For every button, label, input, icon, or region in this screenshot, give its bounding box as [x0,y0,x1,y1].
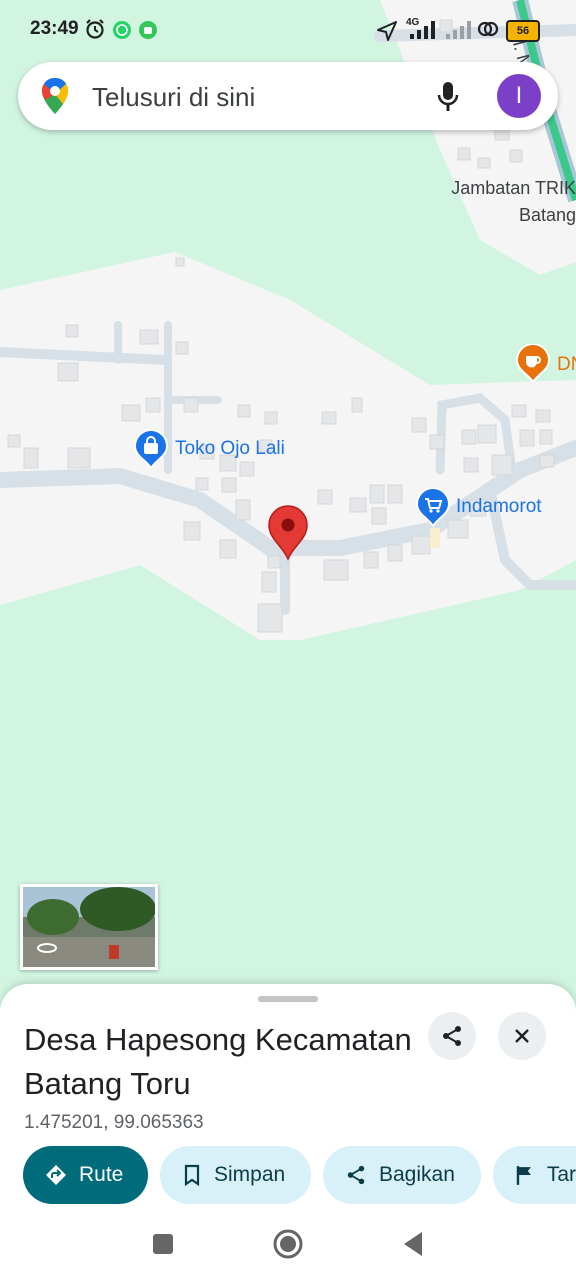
poi-label: Toko Ojo Lali [175,438,285,459]
microphone-icon[interactable] [435,80,461,114]
street-view-thumbnail[interactable] [20,884,158,970]
avatar[interactable]: I [497,74,541,118]
poi-marker-toko-ojo-lali[interactable]: Toko Ojo Lali [134,430,304,470]
hotspot-icon [477,21,499,37]
battery-icon: 56 [506,20,540,42]
place-title: Desa Hapesong Kecamatan Batang Toru [24,1022,412,1101]
place-label-line1: Jambatan TRIK [451,178,576,198]
save-button[interactable]: Simpan [160,1146,311,1204]
close-button[interactable] [498,1012,546,1060]
status-time: 23:49 [30,18,79,39]
shopping-bag-icon [134,430,168,470]
recents-icon[interactable] [151,1232,175,1256]
street-view-photo [23,887,155,967]
alarm-icon [86,19,104,39]
flag-icon [516,1166,531,1185]
battery-level: 56 [516,25,530,37]
rotate-360-icon [37,943,57,953]
share-label: Bagikan [379,1163,455,1186]
location-arrow-icon [377,21,397,41]
signal-icon [410,21,435,39]
action-chips: Rute Simpan Bagikan Tar [0,1146,576,1206]
status-bar: 23:49 4G 56 [0,0,576,60]
system-nav-bar [0,1212,576,1280]
share-button[interactable] [428,1012,476,1060]
location-pin-icon[interactable] [267,505,309,561]
whatsapp-icon [113,21,131,39]
share-icon [443,1026,461,1046]
share-icon [347,1165,365,1185]
search-bar[interactable]: Telusuri di sini I [18,62,558,130]
no-signal-icon [446,21,471,39]
save-label: Simpan [214,1163,286,1186]
share-chip-button[interactable]: Bagikan [323,1146,481,1204]
drag-handle[interactable] [258,996,318,1002]
poi-marker-indamorot[interactable]: Indamorot [416,488,576,528]
home-icon[interactable] [272,1228,304,1260]
label-button[interactable]: Tar [493,1146,576,1204]
search-input[interactable]: Telusuri di sini [92,82,255,113]
place-label: Jambatan TRIK Batang [396,178,576,226]
bookmark-icon [184,1164,200,1186]
shopping-cart-icon [416,488,450,528]
directions-button[interactable]: Rute [23,1146,148,1204]
directions-icon [46,1165,66,1185]
directions-label: Rute [79,1163,124,1186]
close-icon [515,1029,529,1043]
place-label-line2: Batang [518,205,576,225]
back-icon[interactable] [400,1230,426,1258]
poi-label: DN [557,354,576,375]
poi-label: Indamorot [456,496,542,517]
place-coordinates: 1.475201, 99.065363 [24,1112,204,1133]
google-maps-logo-icon [42,78,68,114]
android-notification-icon [139,21,157,39]
coffee-cup-icon [516,344,550,384]
poi-marker-coffee[interactable]: DN [516,344,576,384]
label-chip-label: Tar [546,1163,576,1186]
